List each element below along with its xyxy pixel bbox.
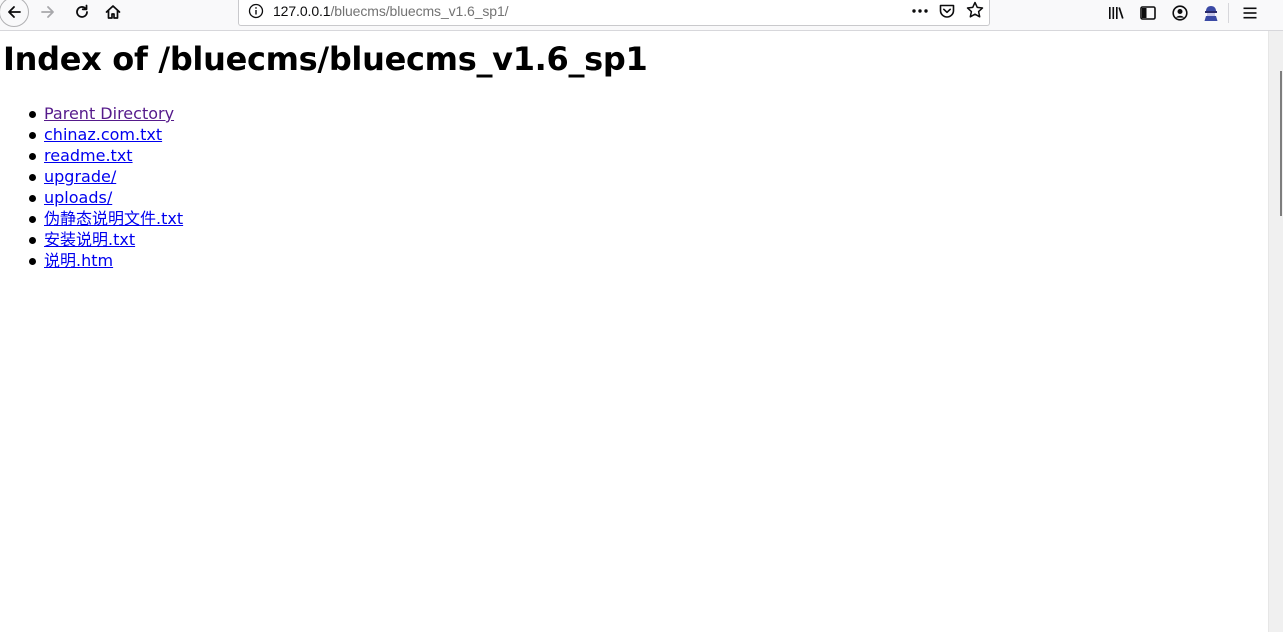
list-item: 安装说明.txt [28,229,183,250]
url-path: /bluecms/bluecms_v1.6_sp1/ [330,3,509,19]
pocket-icon[interactable] [937,1,957,21]
scrollbar-thumb[interactable] [1280,71,1282,216]
file-link[interactable]: upgrade/ [44,167,116,186]
reload-button[interactable] [70,0,94,24]
list-item: chinaz.com.txt [28,124,183,145]
hamburger-menu-icon[interactable] [1240,3,1260,23]
page-content: Index of /bluecms/bluecms_v1.6_sp1 Paren… [0,31,1268,632]
parent-directory-link[interactable]: Parent Directory [44,104,174,123]
vertical-scrollbar[interactable] [1268,31,1283,632]
file-link[interactable]: uploads/ [44,188,112,207]
extension-icon[interactable] [1201,3,1221,23]
browser-toolbar: 127.0.0.1/bluecms/bluecms_v1.6_sp1/ [0,0,1283,31]
reload-icon [76,4,88,18]
page-title: Index of /bluecms/bluecms_v1.6_sp1 [3,40,648,78]
back-button[interactable] [0,0,29,27]
home-icon [105,5,121,19]
list-item: upgrade/ [28,166,183,187]
forward-arrow-icon [41,6,54,18]
sidebar-icon[interactable] [1138,3,1158,23]
forward-button[interactable] [36,0,60,24]
toolbar-separator [1228,3,1229,23]
file-link[interactable]: readme.txt [44,146,133,165]
ellipsis-icon[interactable] [910,2,930,20]
list-item: readme.txt [28,145,183,166]
account-icon[interactable] [1170,3,1190,23]
file-link[interactable]: 说明.htm [44,251,113,270]
list-item: 说明.htm [28,250,183,271]
home-button[interactable] [101,0,125,24]
list-item: Parent Directory [28,103,183,124]
info-icon[interactable] [247,2,265,20]
url-bar[interactable]: 127.0.0.1/bluecms/bluecms_v1.6_sp1/ [238,0,990,26]
file-link[interactable]: chinaz.com.txt [44,125,162,144]
back-arrow-icon [8,6,21,18]
file-link[interactable]: 安装说明.txt [44,230,135,249]
url-text[interactable]: 127.0.0.1/bluecms/bluecms_v1.6_sp1/ [273,3,509,19]
file-link[interactable]: 伪静态说明文件.txt [44,209,183,228]
list-item: uploads/ [28,187,183,208]
star-icon[interactable] [965,0,985,20]
directory-listing: Parent Directory chinaz.com.txt readme.txt… [0,103,183,271]
url-host: 127.0.0.1 [273,3,331,19]
library-icon[interactable] [1106,3,1126,23]
list-item: 伪静态说明文件.txt [28,208,183,229]
